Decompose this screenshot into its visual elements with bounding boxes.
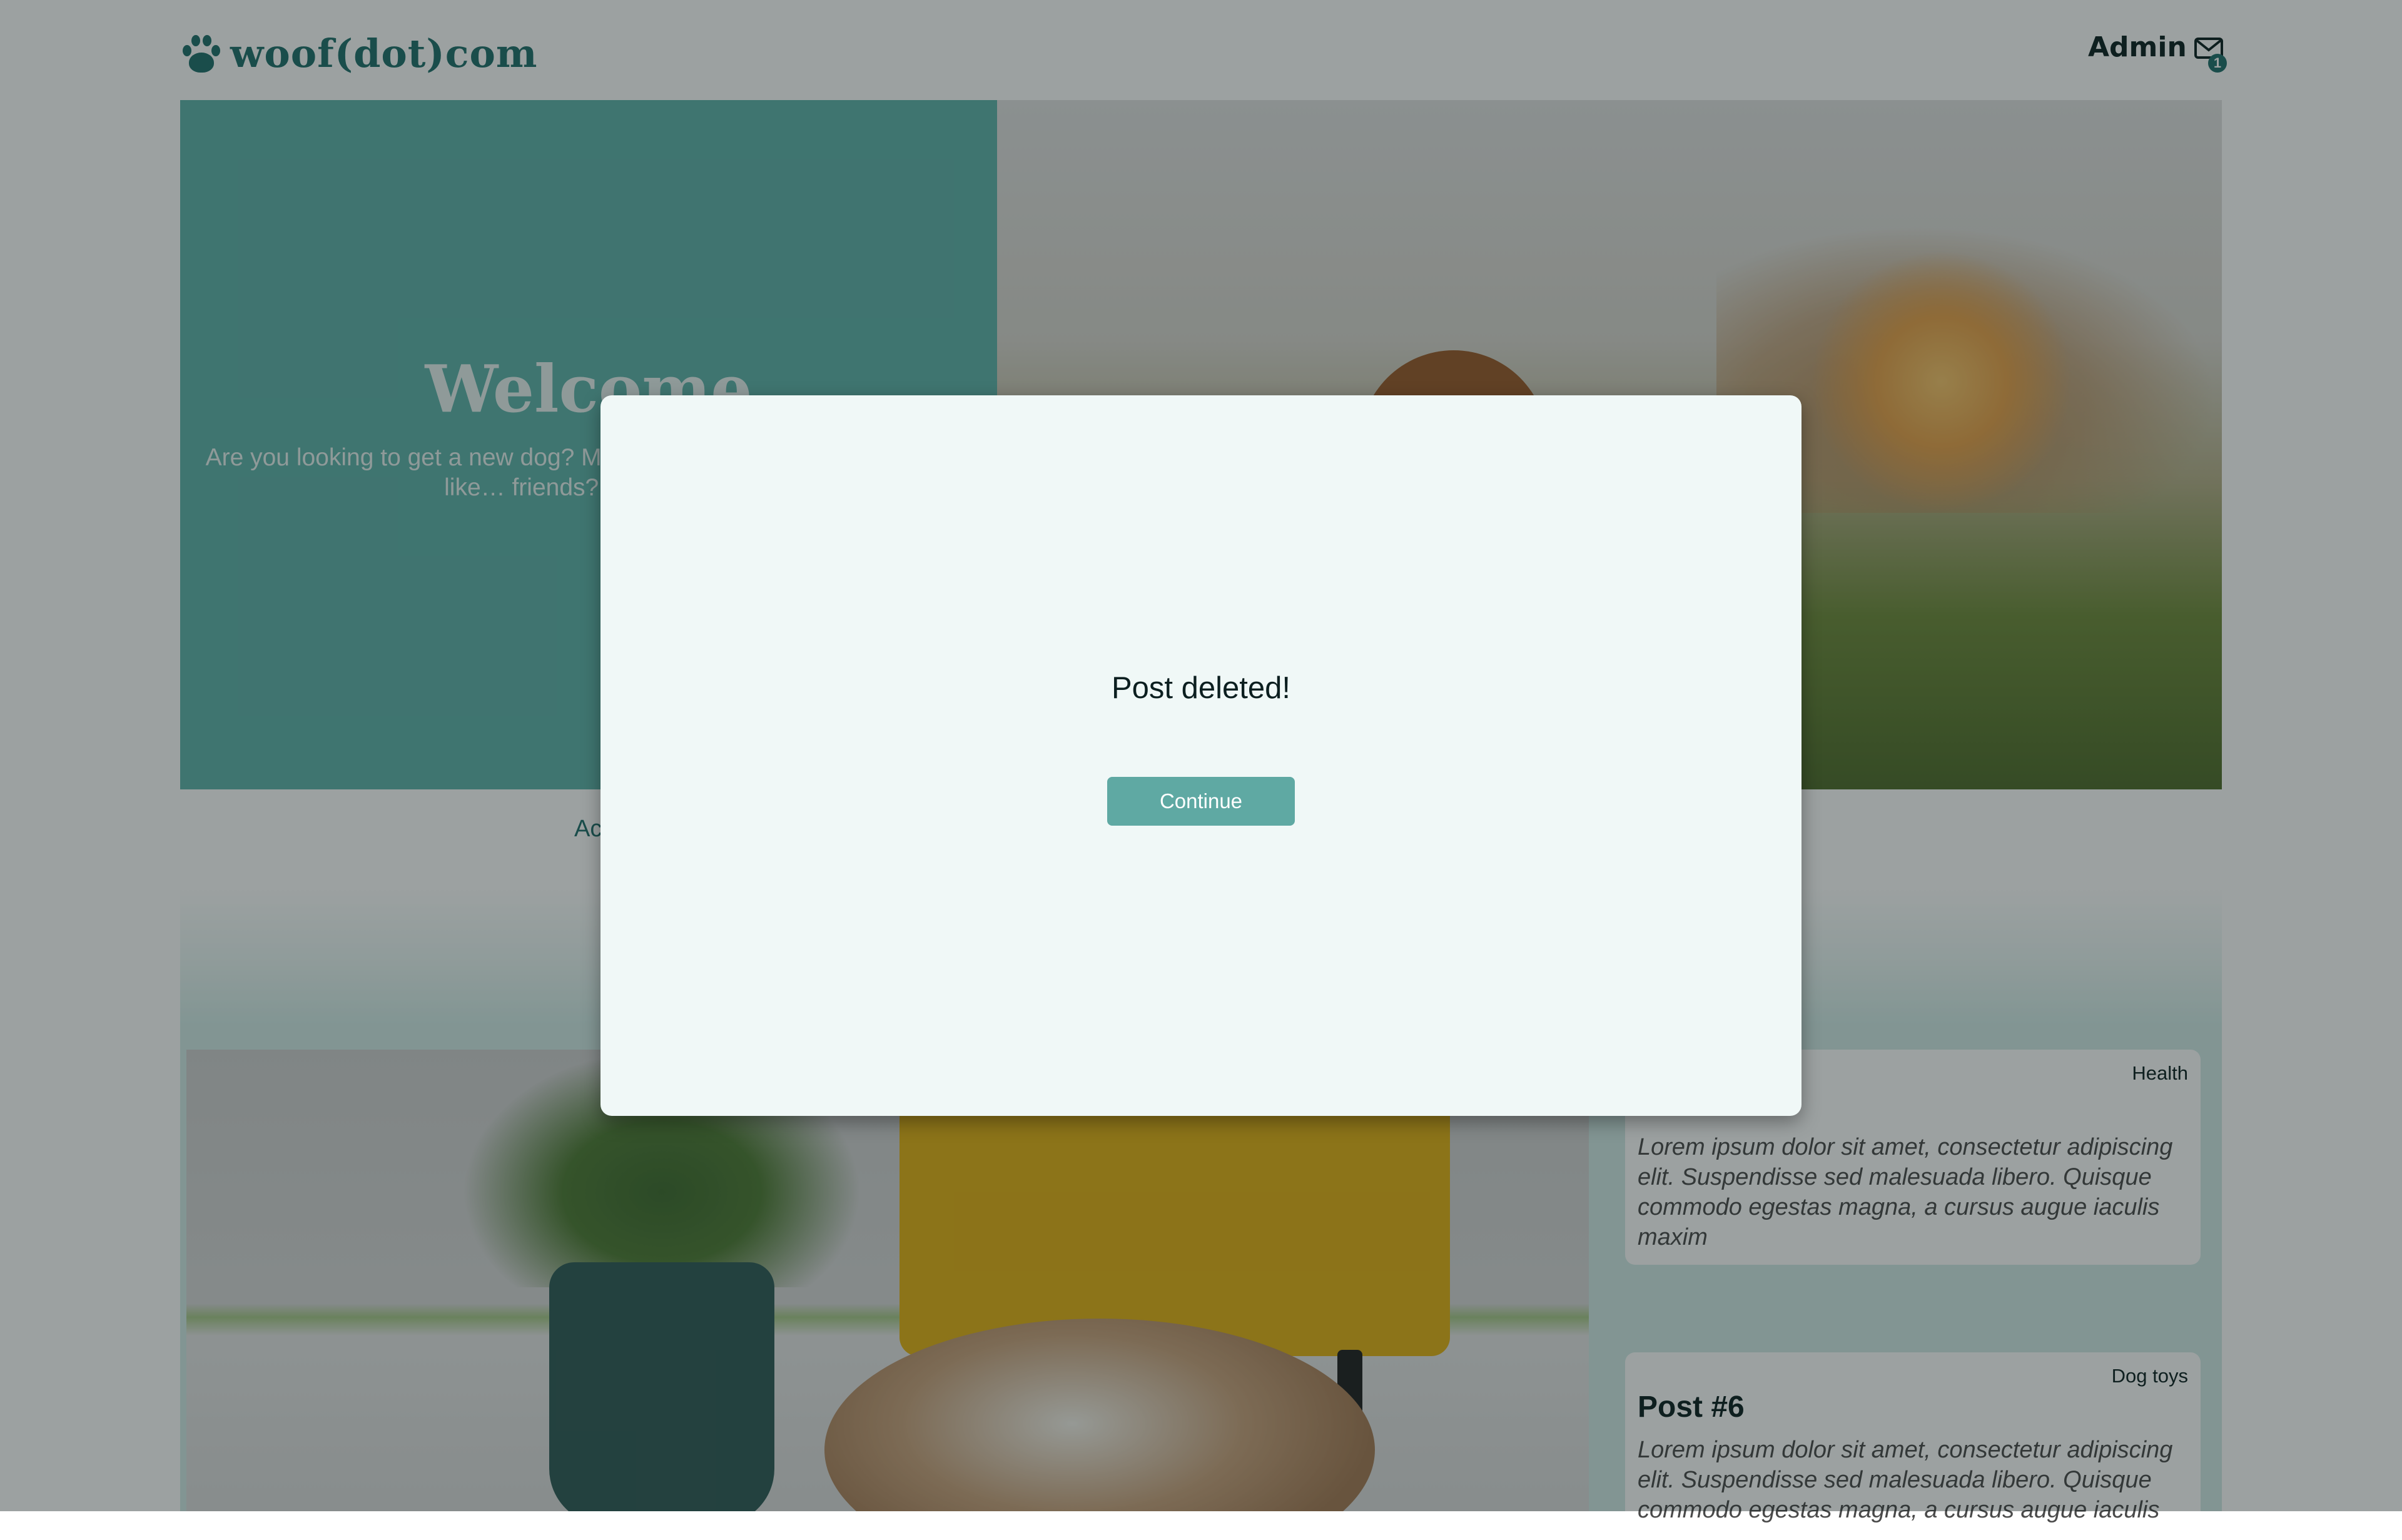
continue-button[interactable]: Continue: [1107, 777, 1295, 826]
confirmation-dialog: Post deleted! Continue: [600, 395, 1802, 1116]
dialog-message: Post deleted!: [1111, 671, 1291, 705]
